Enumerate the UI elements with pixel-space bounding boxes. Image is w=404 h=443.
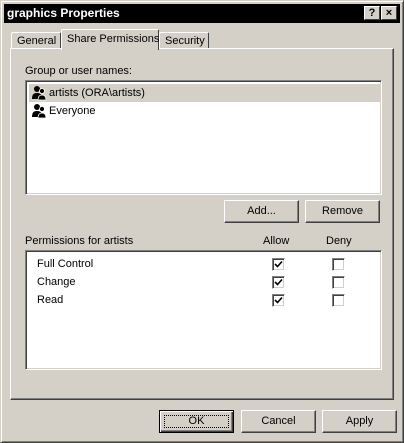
cancel-button[interactable]: Cancel <box>241 410 316 433</box>
close-button[interactable]: × <box>381 6 397 20</box>
apply-button[interactable]: Apply <box>322 410 397 433</box>
permissions-list: Full Control Change Read <box>25 250 382 370</box>
group-list[interactable]: artists (ORA\artists) Everyone <box>25 80 382 195</box>
allow-checkbox[interactable] <box>272 276 285 289</box>
permission-row-read: Read <box>26 291 381 309</box>
check-icon <box>274 278 283 286</box>
group-item-label: artists (ORA\artists) <box>49 87 145 99</box>
deny-checkbox[interactable] <box>332 294 345 307</box>
permission-label: Full Control <box>37 258 94 270</box>
tab-share-permissions[interactable]: Share Permissions <box>61 29 159 50</box>
allow-header: Allow <box>263 235 290 247</box>
group-item-label: Everyone <box>49 105 96 117</box>
permissions-label: Permissions for artists <box>25 235 134 247</box>
add-button[interactable]: Add... <box>224 200 299 223</box>
window-title: graphics Properties <box>7 6 120 20</box>
permission-row-full-control: Full Control <box>26 255 381 273</box>
group-item-artists[interactable]: artists (ORA\artists) <box>29 84 380 102</box>
remove-button[interactable]: Remove <box>305 200 380 223</box>
ok-button[interactable]: OK <box>159 410 234 433</box>
properties-dialog: graphics Properties ? × General Share Pe… <box>0 0 404 443</box>
help-button[interactable]: ? <box>364 6 380 20</box>
tab-panel: Group or user names: artists (ORA\artist… <box>10 48 394 400</box>
permission-row-change: Change <box>26 273 381 291</box>
deny-header: Deny <box>326 235 352 247</box>
check-icon <box>274 296 283 304</box>
check-icon <box>274 260 283 268</box>
allow-checkbox[interactable] <box>272 258 285 271</box>
title-bar[interactable]: graphics Properties ? × <box>4 4 400 23</box>
group-item-everyone[interactable]: Everyone <box>29 102 380 120</box>
permission-label: Change <box>37 276 76 288</box>
users-icon <box>32 104 47 119</box>
permission-label: Read <box>37 294 64 306</box>
groups-label: Group or user names: <box>25 65 132 77</box>
deny-checkbox[interactable] <box>332 258 345 271</box>
users-icon <box>32 86 47 101</box>
deny-checkbox[interactable] <box>332 276 345 289</box>
focus-rect <box>164 415 229 428</box>
allow-checkbox[interactable] <box>272 294 285 307</box>
